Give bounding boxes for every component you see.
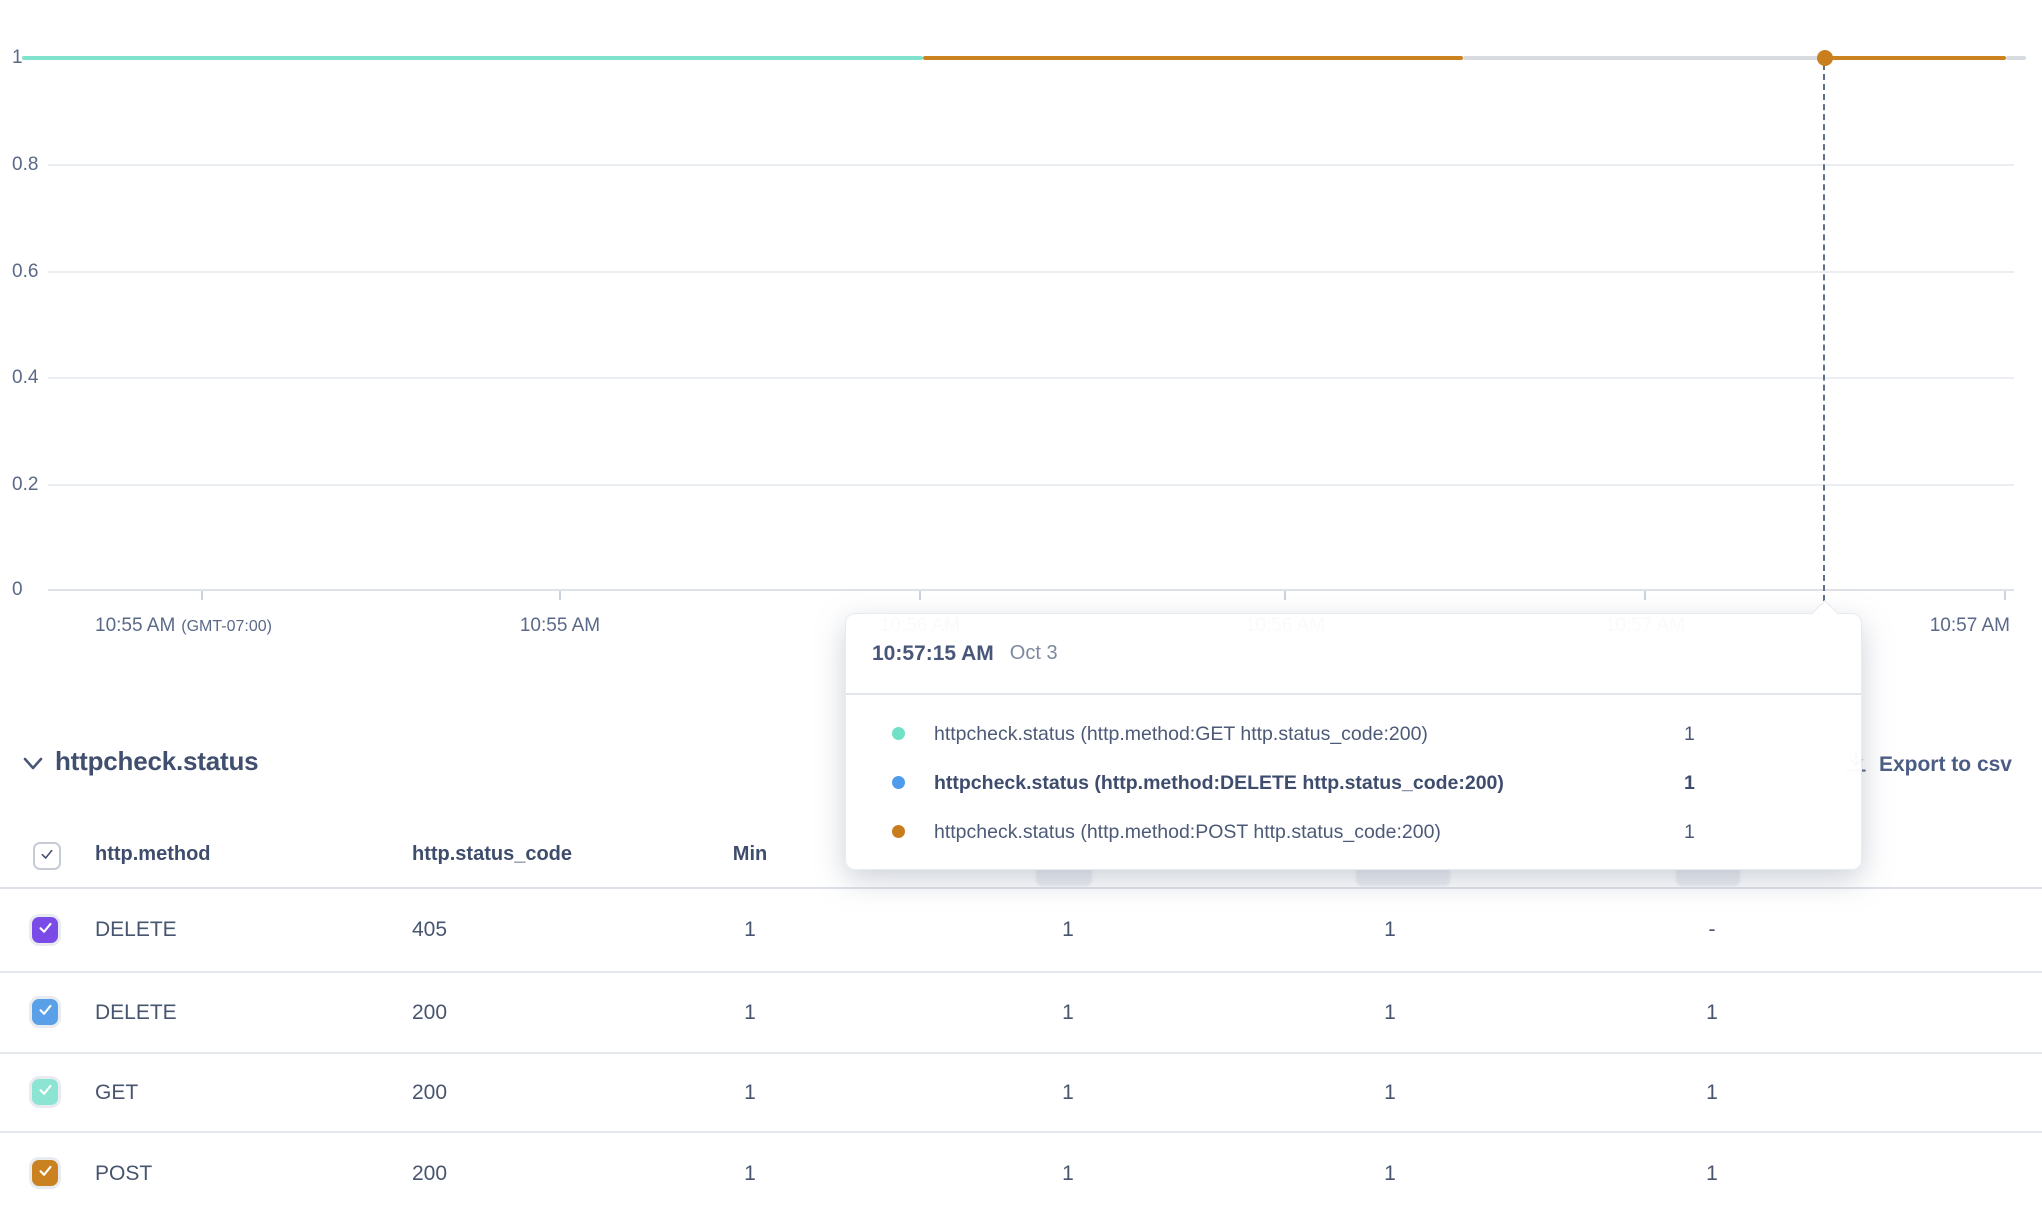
row-checkbox-delete-405[interactable] <box>32 917 58 943</box>
cell-http-status-code: 200 <box>412 1054 447 1131</box>
row-checkbox-delete-200[interactable] <box>32 999 58 1025</box>
cell-http-status-code: 405 <box>412 889 447 971</box>
check-icon <box>39 846 55 867</box>
x-axis-tick <box>919 591 921 600</box>
x-axis-time: 10:55 AM <box>95 615 175 636</box>
x-axis-label: 10:57 AM <box>1930 613 2010 639</box>
hover-point-marker <box>1817 50 1833 66</box>
cell-value: 1 <box>1330 889 1450 971</box>
x-axis-label: 10:55 AM (GMT-07:00) <box>95 613 272 639</box>
tooltip-series-row-get: httpcheck.status (http.method:GET http.s… <box>846 715 1861 753</box>
cell-value: 1 <box>1652 1133 1772 1214</box>
export-to-csv-label: Export to csv <box>1879 753 2012 777</box>
gridline <box>48 164 2014 166</box>
table-row-post-200: POST 200 1 1 1 1 <box>0 1133 2042 1214</box>
tooltip-series-label: httpcheck.status (http.method:GET http.s… <box>934 715 1428 753</box>
chart-hover-tooltip: 10:57:15 AM Oct 3 httpcheck.status (http… <box>845 613 1862 870</box>
y-axis-label: 0.4 <box>12 368 38 388</box>
cell-value: 1 <box>1652 1054 1772 1131</box>
tooltip-time: 10:57:15 AM <box>872 642 994 666</box>
cell-min: 1 <box>690 1054 810 1131</box>
tooltip-series-value: 1 <box>1684 715 1695 753</box>
cell-min: 1 <box>690 1133 810 1214</box>
tooltip-divider <box>846 693 1861 695</box>
x-axis-tick <box>1644 591 1646 600</box>
series-color-dot-blue <box>892 776 905 789</box>
select-all-checkbox[interactable] <box>33 842 61 870</box>
line-segment-post-200 <box>923 56 1463 60</box>
tooltip-series-label: httpcheck.status (http.method:DELETE htt… <box>934 764 1504 802</box>
gridline <box>48 377 2014 379</box>
timeseries-chart[interactable]: 1 0.8 0.6 0.4 0.2 0 10:55 AM(GMT-07:00) … <box>0 0 2042 650</box>
check-icon <box>37 919 54 941</box>
export-to-csv-button[interactable]: Export to csv <box>1843 750 2012 780</box>
metrics-explorer-panel: 1 0.8 0.6 0.4 0.2 0 10:55 AM(GMT-07:00) … <box>0 0 2042 1226</box>
column-header-http-method[interactable]: http.method <box>95 820 211 888</box>
cell-value: 1 <box>1652 973 1772 1052</box>
table-row-get-200: GET 200 1 1 1 1 <box>0 1054 2042 1131</box>
cell-http-method: GET <box>95 1054 138 1131</box>
line-segment-dimmed <box>1463 56 1825 60</box>
row-checkbox-post-200[interactable] <box>32 1160 58 1186</box>
chevron-down-icon <box>21 759 45 776</box>
y-axis-label: 0.2 <box>12 475 38 495</box>
gridline <box>48 271 2014 273</box>
y-axis-label: 1 <box>12 48 23 68</box>
tooltip-series-label: httpcheck.status (http.method:POST http.… <box>934 813 1441 851</box>
cell-value: 1 <box>1008 973 1128 1052</box>
tooltip-header: 10:57:15 AM Oct 3 <box>872 614 1058 693</box>
tooltip-series-row-delete: httpcheck.status (http.method:DELETE htt… <box>846 764 1861 802</box>
cell-value: 1 <box>1008 1054 1128 1131</box>
y-axis-label: 0 <box>12 580 23 600</box>
cell-http-method: DELETE <box>95 973 177 1052</box>
column-header-min[interactable]: Min <box>690 820 810 888</box>
check-icon <box>37 1081 54 1103</box>
cell-http-status-code: 200 <box>412 1133 447 1214</box>
cell-min: 1 <box>690 889 810 971</box>
collapse-section-toggle[interactable] <box>21 755 45 777</box>
cell-value: 1 <box>1330 973 1450 1052</box>
table-row-delete-200: DELETE 200 1 1 1 1 <box>0 973 2042 1052</box>
cell-min: 1 <box>690 973 810 1052</box>
cell-value: 1 <box>1008 889 1128 971</box>
line-segment-dimmed <box>2006 56 2026 60</box>
x-axis-tick <box>559 591 561 600</box>
y-axis-label: 0.6 <box>12 262 38 282</box>
column-header-http-status-code[interactable]: http.status_code <box>412 820 572 888</box>
x-axis-tick <box>2004 591 2006 600</box>
gridline <box>48 484 2014 486</box>
tooltip-date: Oct 3 <box>1010 642 1058 665</box>
tooltip-series-value: 1 <box>1684 764 1695 802</box>
x-axis-baseline <box>48 589 2014 591</box>
cell-value: 1 <box>1330 1054 1450 1131</box>
check-icon <box>37 1162 54 1184</box>
row-checkbox-get-200[interactable] <box>32 1079 58 1105</box>
check-icon <box>37 1001 54 1023</box>
line-segment-get-200 <box>22 56 923 60</box>
line-segment-post-200 <box>1829 56 2006 60</box>
hover-crosshair-line <box>1823 64 1825 601</box>
cell-value: 1 <box>1008 1133 1128 1214</box>
cell-value: - <box>1652 889 1772 971</box>
series-color-dot-teal <box>892 727 905 740</box>
timezone-suffix: (GMT-07:00) <box>181 618 272 635</box>
cell-value: 1 <box>1330 1133 1450 1214</box>
cell-http-status-code: 200 <box>412 973 447 1052</box>
x-axis-tick <box>201 591 203 600</box>
x-axis-tick <box>1284 591 1286 600</box>
tooltip-series-row-post: httpcheck.status (http.method:POST http.… <box>846 813 1861 851</box>
section-title: httpcheck.status <box>55 746 258 777</box>
y-axis-label: 0.8 <box>12 155 38 175</box>
cell-http-method: DELETE <box>95 889 177 971</box>
table-row-delete-405: DELETE 405 1 1 1 - <box>0 889 2042 971</box>
cell-http-method: POST <box>95 1133 152 1214</box>
series-color-dot-orange <box>892 825 905 838</box>
tooltip-series-value: 1 <box>1684 813 1695 851</box>
x-axis-label: 10:55 AM <box>520 613 600 639</box>
